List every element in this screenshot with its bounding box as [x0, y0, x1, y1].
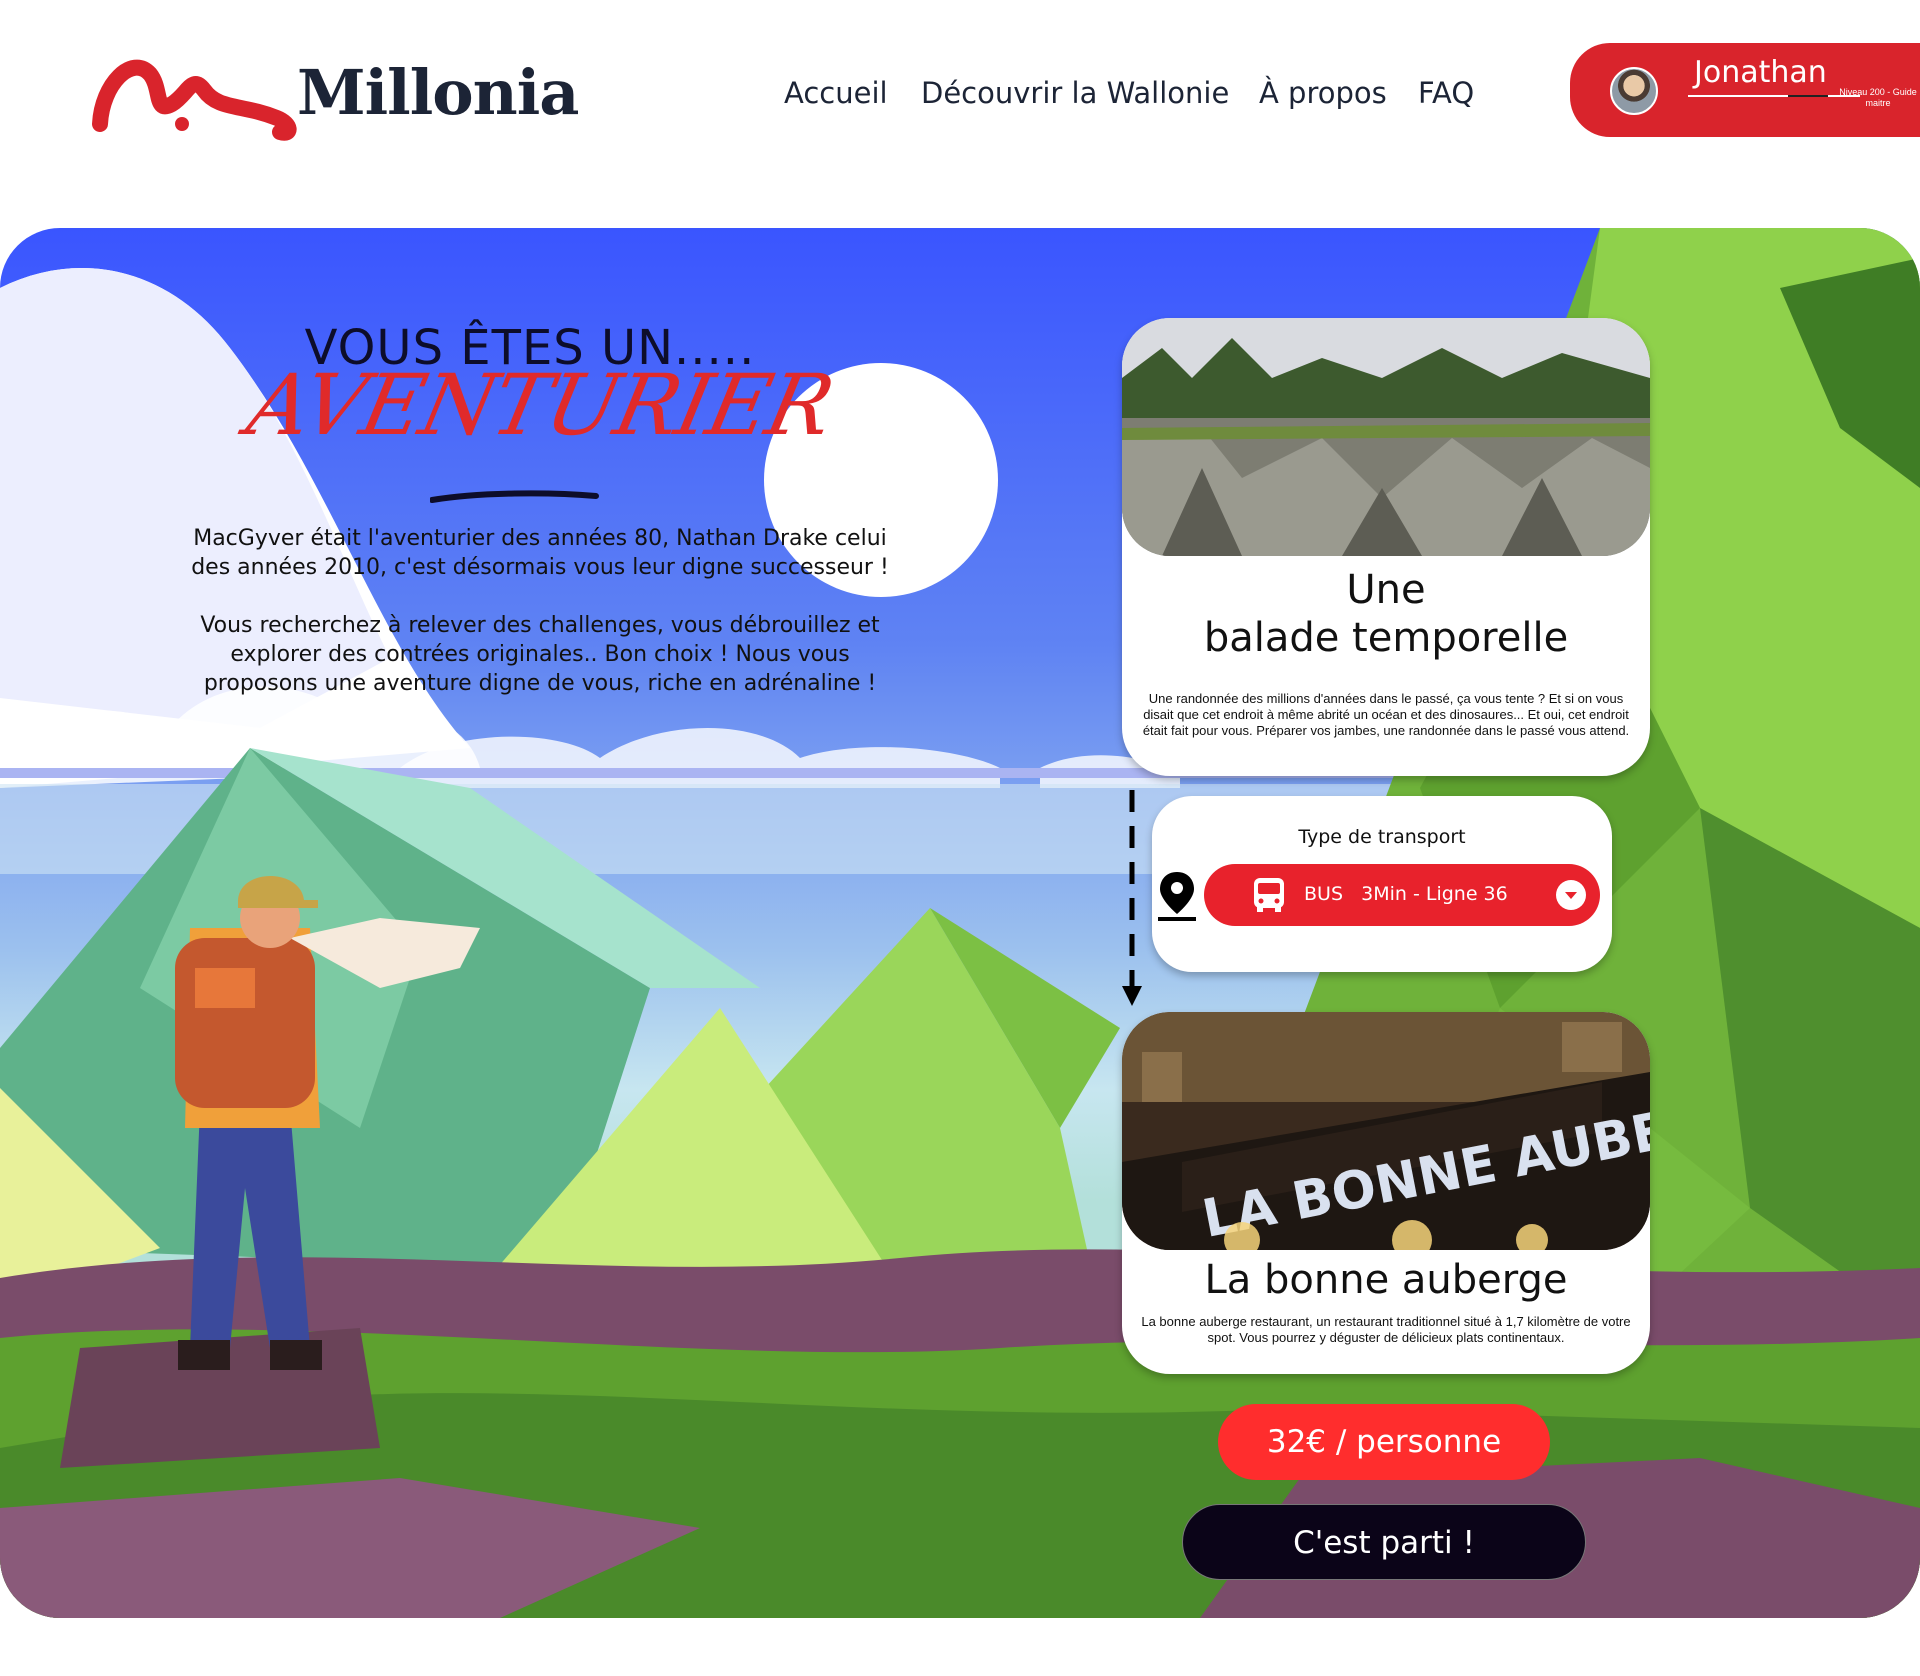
- brand-name: Millonia: [297, 56, 579, 129]
- transport-value: BUS 3Min - Ligne 36: [1304, 883, 1508, 905]
- user-menu[interactable]: Jonathan Niveau 200 - Guide maitre: [1570, 43, 1920, 137]
- nav-a-propos[interactable]: À propos: [1259, 76, 1387, 110]
- activity-card[interactable]: Une balade temporelle Une randonnée des …: [1122, 318, 1650, 776]
- nav-faq[interactable]: FAQ: [1418, 76, 1474, 110]
- logo-mountain-icon: [92, 59, 297, 141]
- user-name: Jonathan: [1694, 55, 1827, 90]
- location-pin-icon: [1158, 872, 1196, 921]
- activity-photo: [1122, 318, 1650, 556]
- activity-description: Une randonnée des millions d'années dans…: [1142, 691, 1630, 738]
- activity-title-line: balade temporelle: [1203, 615, 1569, 661]
- nav-decouvrir[interactable]: Découvrir la Wallonie: [921, 76, 1229, 110]
- start-button[interactable]: C'est parti !: [1182, 1504, 1586, 1580]
- user-divider: [1688, 95, 1860, 97]
- transport-card: Type de transport BUS 3Min - Ligne 36: [1152, 796, 1612, 972]
- route-arrow-icon: [1122, 790, 1142, 1006]
- headline-script: AVENTURIER: [239, 356, 841, 454]
- restaurant-card[interactable]: LA BONNE AUBERGE La bonne auberge La bon…: [1122, 1012, 1650, 1374]
- intro-paragraph: MacGyver était l'aventurier des années 8…: [191, 526, 889, 580]
- hero-headline: VOUS ÊTES UN..... AVENTURIER: [240, 320, 841, 454]
- nav-accueil[interactable]: Accueil: [784, 76, 888, 110]
- brush-underline: [430, 490, 599, 503]
- bus-icon: [1254, 878, 1284, 912]
- price-badge: 32€ / personne: [1218, 1404, 1550, 1480]
- activity-title: Une balade temporelle: [1122, 566, 1650, 662]
- brand-logo[interactable]: Millonia: [92, 44, 579, 144]
- site-header: Millonia Accueil Découvrir la Wallonie À…: [0, 0, 1920, 160]
- hero-section: VOUS ÊTES UN..... AVENTURIER MacGyver ét…: [0, 228, 1920, 1618]
- restaurant-title: La bonne auberge: [1204, 1257, 1568, 1303]
- chevron-down-icon[interactable]: [1556, 880, 1586, 910]
- user-divider-accent: [1788, 95, 1828, 97]
- transport-select[interactable]: BUS 3Min - Ligne 36: [1204, 864, 1600, 926]
- restaurant-photo: LA BONNE AUBERGE: [1122, 1012, 1650, 1250]
- hero-intro: MacGyver était l'aventurier des années 8…: [180, 524, 900, 698]
- user-level: Niveau 200 - Guide maitre: [1839, 87, 1917, 108]
- activity-title-line: Une: [1346, 567, 1426, 613]
- avatar[interactable]: [1610, 67, 1658, 115]
- transport-label: Type de transport: [1298, 826, 1466, 848]
- intro-paragraph: Vous recherchez à relever des challenges…: [200, 613, 880, 696]
- restaurant-description: La bonne auberge restaurant, un restaura…: [1141, 1314, 1631, 1345]
